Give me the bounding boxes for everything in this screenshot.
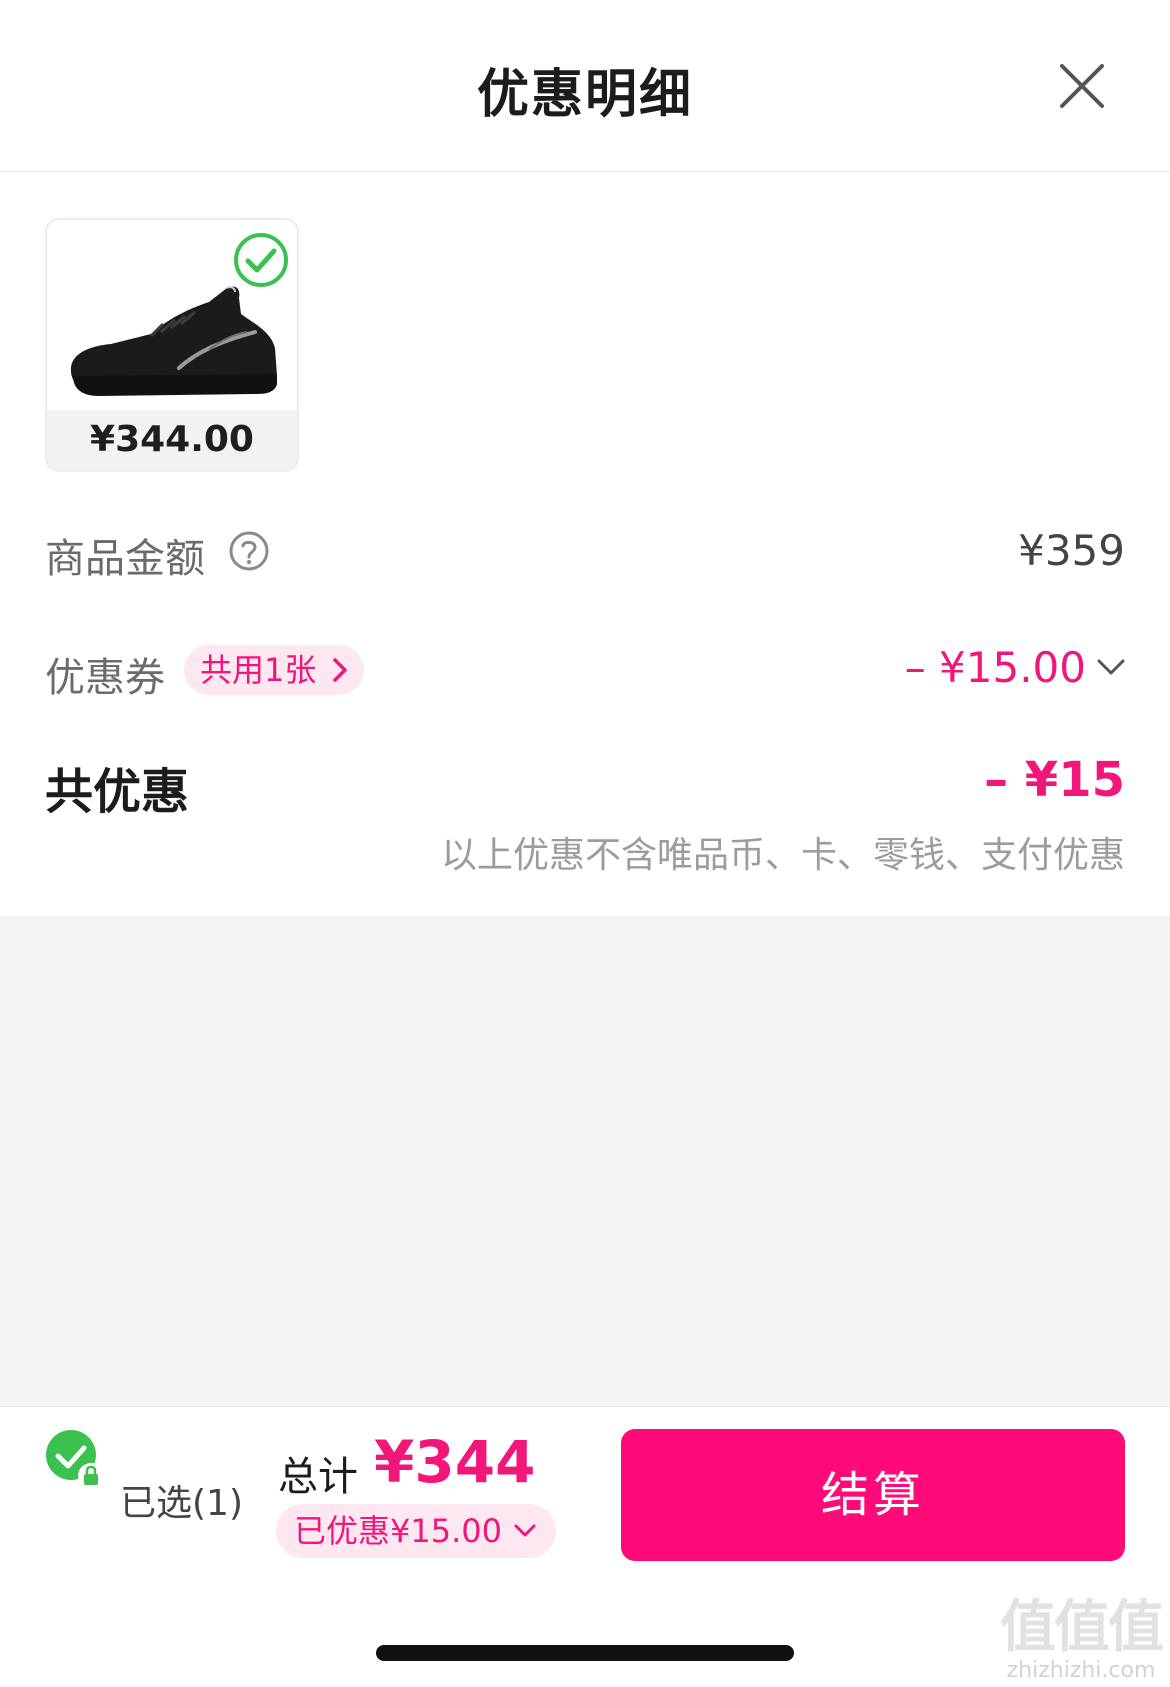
product-image — [70, 286, 277, 396]
check-circle-icon[interactable] — [233, 232, 289, 288]
goods-amount-value: ¥359 — [1018, 526, 1125, 575]
total-label: 总计 — [278, 1454, 358, 1500]
discount-summary-text: 已优惠¥15.00 — [294, 1512, 502, 1550]
discount-summary-pill[interactable]: 已优惠¥15.00 — [276, 1504, 556, 1558]
sheet-header: 优惠明细 — [0, 0, 1170, 172]
question-circle-icon[interactable] — [228, 530, 270, 572]
empty-area — [0, 916, 1170, 1406]
chevron-down-icon — [514, 1524, 536, 1537]
close-icon[interactable] — [1054, 58, 1110, 114]
page-title: 优惠明细 — [476, 65, 693, 125]
select-all-check-icon[interactable] — [44, 1428, 106, 1490]
discount-detail-sheet: 优惠明细 ¥344.00 商品金额 ¥359 优惠券 共用1张 – ¥15.00… — [0, 0, 1170, 1687]
product-price: ¥344.00 — [47, 410, 297, 470]
lock-icon — [78, 1463, 104, 1489]
coupon-amount-value[interactable]: – ¥15.00 — [905, 643, 1086, 692]
total-discount-value: – ¥15 — [984, 752, 1125, 808]
chevron-down-icon[interactable] — [1096, 655, 1126, 679]
watermark-url: zhizhizhi.com — [1006, 1658, 1156, 1683]
chevron-right-icon — [333, 658, 348, 682]
total-discount-label: 共优惠 — [45, 764, 190, 820]
watermark-logo: 值值值 — [1000, 1595, 1164, 1660]
product-card[interactable]: ¥344.00 — [45, 218, 299, 472]
watermark: 值值值 zhizhizhi.com — [1000, 1595, 1164, 1684]
checkout-button[interactable]: 结算 — [621, 1429, 1125, 1561]
home-indicator — [376, 1645, 794, 1661]
discount-note: 以上优惠不含唯品币、卡、零钱、支付优惠 — [440, 835, 1125, 876]
coupon-count-text: 共用1张 — [200, 651, 317, 689]
total-amount: ¥344 — [374, 1428, 536, 1496]
coupon-count-pill[interactable]: 共用1张 — [184, 645, 365, 695]
goods-amount-label: 商品金额 — [45, 536, 205, 582]
coupon-label: 优惠券 — [45, 655, 165, 701]
selected-count: 已选(1) — [120, 1483, 243, 1524]
